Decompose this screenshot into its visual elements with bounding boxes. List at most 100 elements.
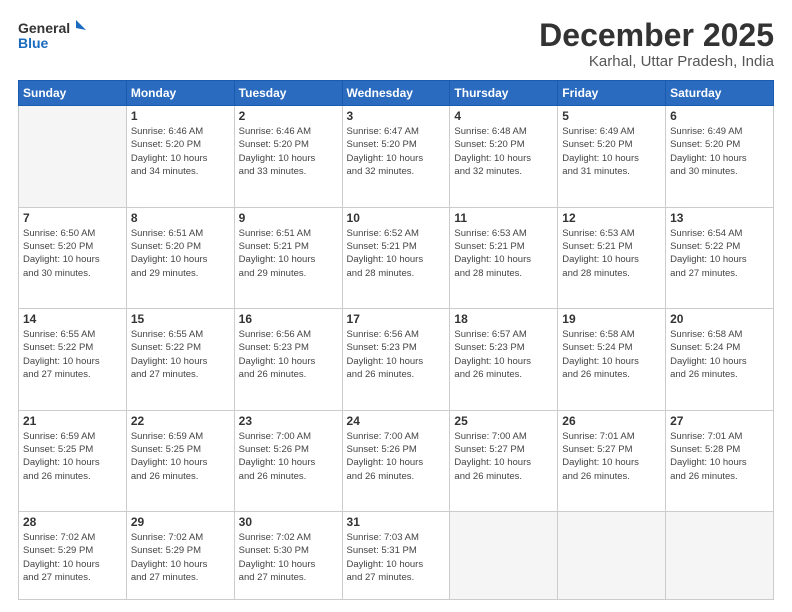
day-number: 14 (23, 312, 122, 326)
day-number: 6 (670, 109, 769, 123)
day-info: Sunrise: 6:54 AM Sunset: 5:22 PM Dayligh… (670, 227, 769, 280)
header: GeneralBlue December 2025 Karhal, Uttar … (18, 18, 774, 70)
day-number: 7 (23, 211, 122, 225)
calendar-cell: 7 Sunrise: 6:50 AM Sunset: 5:20 PM Daylig… (19, 207, 127, 308)
calendar-cell: 6Sunrise: 6:49 AM Sunset: 5:20 PM Daylig… (666, 106, 774, 207)
calendar-cell: 13 Sunrise: 6:54 AM Sunset: 5:22 PM Dayli… (666, 207, 774, 308)
calendar-week-2: 7 Sunrise: 6:50 AM Sunset: 5:20 PM Daylig… (19, 207, 774, 308)
calendar-cell: 18 Sunrise: 6:57 AM Sunset: 5:23 PM Dayli… (450, 309, 558, 410)
day-number: 12 (562, 211, 661, 225)
day-number: 16 (239, 312, 338, 326)
day-number: 1 (131, 109, 230, 123)
calendar-table: SundayMondayTuesdayWednesdayThursdayFrid… (18, 80, 774, 600)
day-info: Sunrise: 6:59 AM Sunset: 5:25 PM Dayligh… (131, 430, 230, 483)
day-number: 8 (131, 211, 230, 225)
calendar-cell: 9 Sunrise: 6:51 AM Sunset: 5:21 PM Daylig… (234, 207, 342, 308)
calendar-cell: 8 Sunrise: 6:51 AM Sunset: 5:20 PM Daylig… (126, 207, 234, 308)
calendar-cell: 16Sunrise: 6:56 AM Sunset: 5:23 PM Dayli… (234, 309, 342, 410)
calendar-body: 1 Sunrise: 6:46 AM Sunset: 5:20 PM Daylig… (19, 106, 774, 600)
calendar-cell: 28 Sunrise: 7:02 AM Sunset: 5:29 PM Dayli… (19, 512, 127, 600)
day-number: 28 (23, 515, 122, 529)
day-number: 27 (670, 414, 769, 428)
weekday-header-friday: Friday (558, 81, 666, 106)
day-info: Sunrise: 6:48 AM Sunset: 5:20 PM Dayligh… (454, 125, 553, 178)
day-number: 18 (454, 312, 553, 326)
day-number: 5 (562, 109, 661, 123)
calendar-cell: 27 Sunrise: 7:01 AM Sunset: 5:28 PM Dayli… (666, 410, 774, 511)
calendar-cell (450, 512, 558, 600)
day-info: Sunrise: 7:01 AM Sunset: 5:27 PM Dayligh… (562, 430, 661, 483)
calendar-header: SundayMondayTuesdayWednesdayThursdayFrid… (19, 81, 774, 106)
calendar-cell: 3 Sunrise: 6:47 AM Sunset: 5:20 PM Daylig… (342, 106, 450, 207)
calendar-cell: 19 Sunrise: 6:58 AM Sunset: 5:24 PM Dayli… (558, 309, 666, 410)
day-number: 19 (562, 312, 661, 326)
day-info: Sunrise: 6:53 AM Sunset: 5:21 PM Dayligh… (562, 227, 661, 280)
day-info: Sunrise: 6:50 AM Sunset: 5:20 PM Dayligh… (23, 227, 122, 280)
calendar-cell: 26 Sunrise: 7:01 AM Sunset: 5:27 PM Dayli… (558, 410, 666, 511)
calendar-cell: 30 Sunrise: 7:02 AM Sunset: 5:30 PM Dayli… (234, 512, 342, 600)
day-number: 24 (347, 414, 446, 428)
calendar-cell: 4 Sunrise: 6:48 AM Sunset: 5:20 PM Daylig… (450, 106, 558, 207)
calendar-cell: 10 Sunrise: 6:52 AM Sunset: 5:21 PM Dayli… (342, 207, 450, 308)
day-number: 21 (23, 414, 122, 428)
calendar-cell: 24Sunrise: 7:00 AM Sunset: 5:26 PM Dayli… (342, 410, 450, 511)
location-subtitle: Karhal, Uttar Pradesh, India (539, 53, 774, 70)
day-number: 20 (670, 312, 769, 326)
day-info: Sunrise: 6:49 AM Sunset: 5:20 PM Dayligh… (562, 125, 661, 178)
day-info: Sunrise: 6:47 AM Sunset: 5:20 PM Dayligh… (347, 125, 446, 178)
day-number: 26 (562, 414, 661, 428)
day-info: Sunrise: 6:58 AM Sunset: 5:24 PM Dayligh… (562, 328, 661, 381)
day-info: Sunrise: 7:00 AM Sunset: 5:27 PM Dayligh… (454, 430, 553, 483)
calendar-cell: 11 Sunrise: 6:53 AM Sunset: 5:21 PM Dayli… (450, 207, 558, 308)
calendar-cell: 25Sunrise: 7:00 AM Sunset: 5:27 PM Dayli… (450, 410, 558, 511)
day-number: 4 (454, 109, 553, 123)
day-number: 22 (131, 414, 230, 428)
calendar-cell: 15 Sunrise: 6:55 AM Sunset: 5:22 PM Dayli… (126, 309, 234, 410)
calendar-week-4: 21 Sunrise: 6:59 AM Sunset: 5:25 PM Dayli… (19, 410, 774, 511)
day-number: 3 (347, 109, 446, 123)
day-info: Sunrise: 7:02 AM Sunset: 5:30 PM Dayligh… (239, 531, 338, 584)
calendar-cell: 29Sunrise: 7:02 AM Sunset: 5:29 PM Dayli… (126, 512, 234, 600)
day-info: Sunrise: 6:53 AM Sunset: 5:21 PM Dayligh… (454, 227, 553, 280)
day-info: Sunrise: 6:46 AM Sunset: 5:20 PM Dayligh… (131, 125, 230, 178)
calendar-cell: 5 Sunrise: 6:49 AM Sunset: 5:20 PM Daylig… (558, 106, 666, 207)
day-number: 31 (347, 515, 446, 529)
svg-text:Blue: Blue (18, 35, 49, 51)
calendar-cell: 17 Sunrise: 6:56 AM Sunset: 5:23 PM Dayli… (342, 309, 450, 410)
day-number: 11 (454, 211, 553, 225)
weekday-header-thursday: Thursday (450, 81, 558, 106)
day-info: Sunrise: 6:52 AM Sunset: 5:21 PM Dayligh… (347, 227, 446, 280)
day-number: 30 (239, 515, 338, 529)
calendar-cell (666, 512, 774, 600)
logo: GeneralBlue (18, 18, 98, 53)
day-info: Sunrise: 6:51 AM Sunset: 5:20 PM Dayligh… (131, 227, 230, 280)
day-number: 15 (131, 312, 230, 326)
title-area: December 2025 Karhal, Uttar Pradesh, Ind… (539, 18, 774, 70)
day-info: Sunrise: 6:57 AM Sunset: 5:23 PM Dayligh… (454, 328, 553, 381)
day-info: Sunrise: 7:02 AM Sunset: 5:29 PM Dayligh… (23, 531, 122, 584)
day-info: Sunrise: 6:56 AM Sunset: 5:23 PM Dayligh… (347, 328, 446, 381)
weekday-header-wednesday: Wednesday (342, 81, 450, 106)
day-number: 9 (239, 211, 338, 225)
calendar-cell: 22 Sunrise: 6:59 AM Sunset: 5:25 PM Dayli… (126, 410, 234, 511)
calendar-cell: 21Sunrise: 6:59 AM Sunset: 5:25 PM Dayli… (19, 410, 127, 511)
day-info: Sunrise: 6:55 AM Sunset: 5:22 PM Dayligh… (131, 328, 230, 381)
calendar-cell (558, 512, 666, 600)
calendar-week-5: 28 Sunrise: 7:02 AM Sunset: 5:29 PM Dayli… (19, 512, 774, 600)
day-info: Sunrise: 6:46 AM Sunset: 5:20 PM Dayligh… (239, 125, 338, 178)
day-number: 23 (239, 414, 338, 428)
calendar-week-1: 1 Sunrise: 6:46 AM Sunset: 5:20 PM Daylig… (19, 106, 774, 207)
day-number: 10 (347, 211, 446, 225)
day-info: Sunrise: 6:58 AM Sunset: 5:24 PM Dayligh… (670, 328, 769, 381)
day-number: 17 (347, 312, 446, 326)
day-info: Sunrise: 7:01 AM Sunset: 5:28 PM Dayligh… (670, 430, 769, 483)
day-number: 13 (670, 211, 769, 225)
day-info: Sunrise: 7:02 AM Sunset: 5:29 PM Dayligh… (131, 531, 230, 584)
calendar-cell: 31Sunrise: 7:03 AM Sunset: 5:31 PM Dayli… (342, 512, 450, 600)
month-title: December 2025 (539, 18, 774, 53)
calendar-cell (19, 106, 127, 207)
day-info: Sunrise: 6:51 AM Sunset: 5:21 PM Dayligh… (239, 227, 338, 280)
svg-text:General: General (18, 20, 70, 36)
page: GeneralBlue December 2025 Karhal, Uttar … (0, 0, 792, 612)
logo-svg: GeneralBlue (18, 18, 98, 53)
